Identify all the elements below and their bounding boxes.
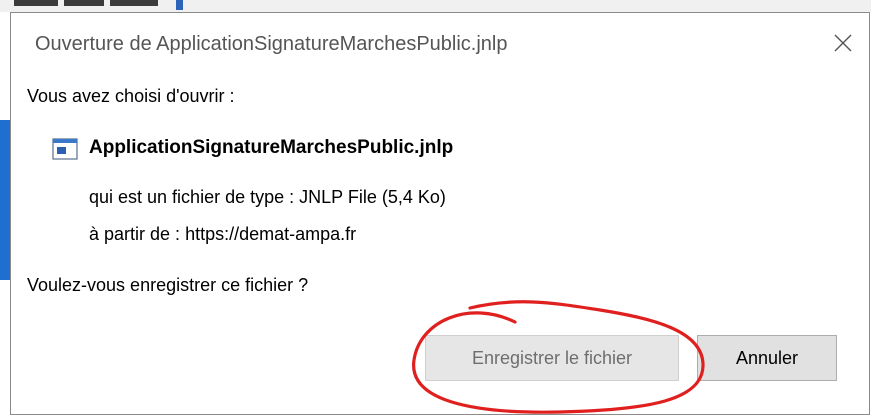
background-text-fragment: [14, 0, 58, 6]
cancel-button[interactable]: Annuler: [697, 335, 837, 381]
background-text-fragment: [64, 0, 104, 6]
file-type-value: JNLP File (5,4 Ko): [299, 187, 446, 207]
dialog-title: Ouverture de ApplicationSignatureMarches…: [35, 33, 508, 55]
file-type-label: qui est un fichier de type :: [89, 187, 295, 207]
close-button[interactable]: [823, 23, 863, 63]
background-window-bar: [0, 120, 10, 280]
file-source-label: à partir de :: [89, 224, 181, 244]
file-name: ApplicationSignatureMarchesPublic.jnlp: [89, 137, 454, 158]
file-source-row: à partir de : https://demat-ampa.fr: [89, 224, 356, 245]
file-source-value: https://demat-ampa.fr: [185, 224, 357, 244]
background-text-fragment: [110, 0, 158, 6]
file-type-row: qui est un fichier de type : JNLP File (…: [89, 187, 446, 208]
close-icon: [834, 34, 852, 52]
jnlp-file-icon: [52, 138, 78, 160]
save-file-button[interactable]: Enregistrer le fichier: [425, 335, 679, 381]
save-question: Voulez-vous enregistrer ce fichier ?: [27, 275, 309, 295]
dialog-titlebar: Ouverture de ApplicationSignatureMarches…: [11, 13, 869, 73]
open-prompt: Vous avez choisi d'ouvrir :: [27, 86, 235, 106]
background-accent: [176, 0, 183, 10]
